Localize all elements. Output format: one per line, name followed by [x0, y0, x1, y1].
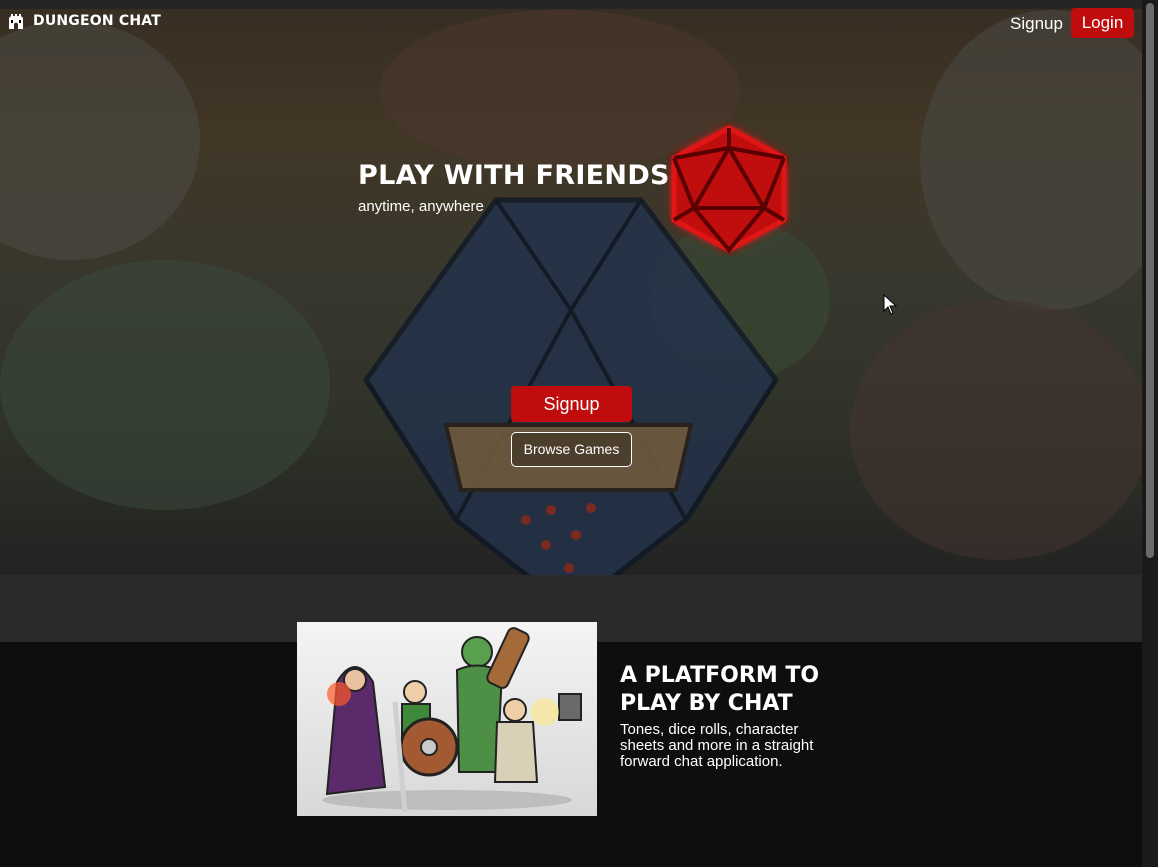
- brand-logo[interactable]: DUNGEON CHAT: [7, 12, 161, 30]
- hero-section: [0, 0, 1142, 642]
- feature-description: Tones, dice rolls, character sheets and …: [620, 721, 814, 770]
- scrollbar-thumb[interactable]: [1146, 3, 1154, 558]
- browse-games-button[interactable]: Browse Games: [511, 432, 632, 467]
- feature-title: A PLATFORM TO PLAY BY CHAT: [620, 663, 820, 716]
- page-scrollbar[interactable]: [1142, 0, 1158, 867]
- castle-icon: [9, 14, 23, 29]
- brand-name: DUNGEON CHAT: [33, 13, 161, 29]
- hero-title: PLAY WITH FRIENDS: [358, 160, 670, 191]
- nav-signup-link[interactable]: Signup: [1008, 11, 1065, 37]
- party-illustration: [297, 622, 597, 816]
- hero-subtitle: anytime, anywhere: [358, 198, 484, 215]
- d20-icon: [671, 125, 787, 254]
- mouse-cursor-icon: [883, 294, 897, 315]
- nav-login-button[interactable]: Login: [1071, 8, 1134, 38]
- hero-signup-button[interactable]: Signup: [511, 386, 632, 422]
